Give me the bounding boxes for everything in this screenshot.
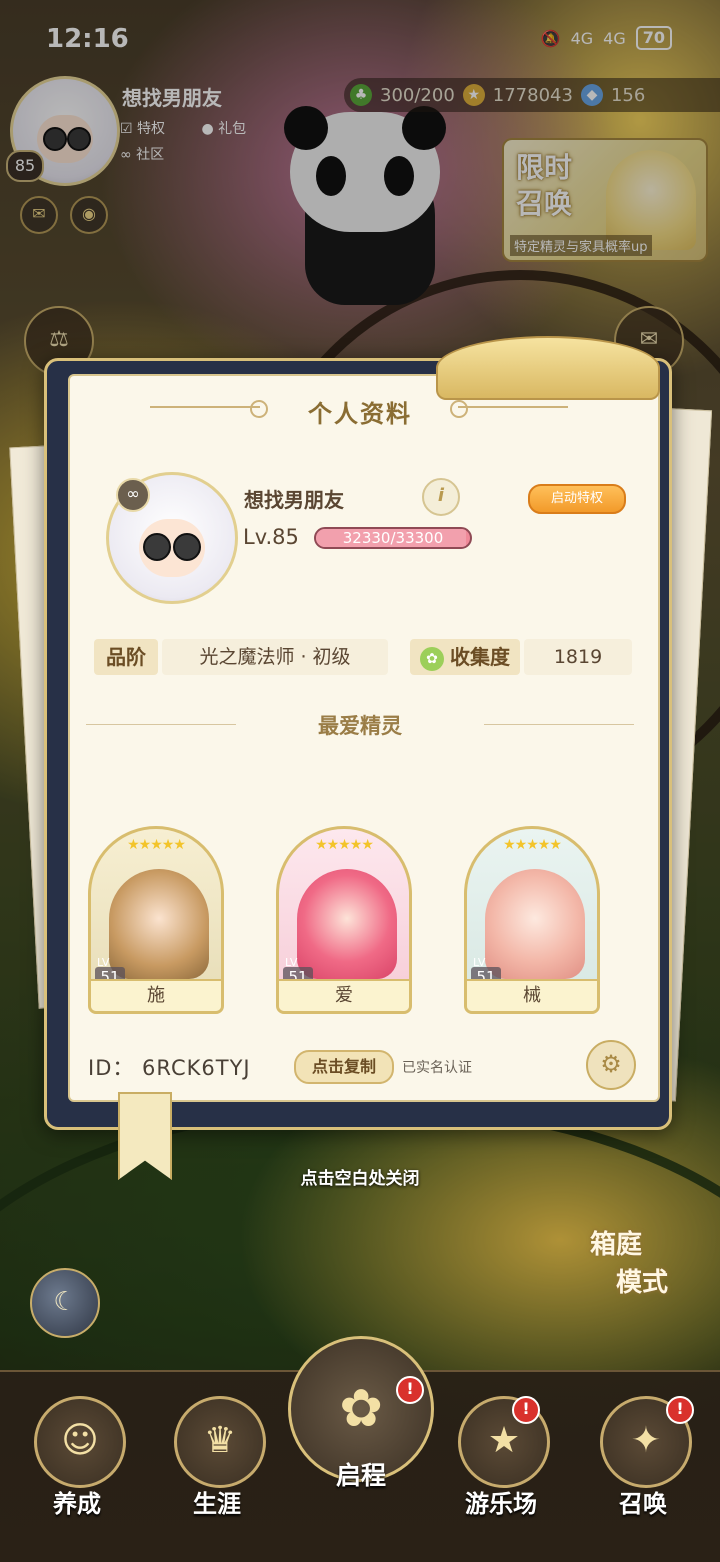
favorites-title: 最爱精灵 [318,714,402,738]
spirit-portrait [109,869,209,979]
close-hint: 点击空白处关闭 [300,1169,420,1189]
rank-value: 光之魔法师 · 初级 [162,639,388,675]
alert-icon: ! [396,1376,424,1404]
profile-level: Lv.85 [243,525,299,549]
gold-ornament [436,336,660,400]
nav-career[interactable]: ♛ 生涯 [152,1384,282,1524]
profile-panel-title: 个人资料 [308,400,412,428]
verified-status: 已实名认证 [402,1060,472,1076]
spirit-portrait [485,869,585,979]
glasses-icon [143,533,171,561]
favorite-spirit-card[interactable]: ★★★★★ LV 51 械 [464,826,600,1014]
spirit-name: 爱 [279,979,409,1011]
alert-icon: ! [666,1396,694,1424]
nav-label: 召唤 [619,1490,667,1518]
garden-mode-button[interactable]: 箱庭 模式 [566,1218,706,1328]
experience-text: 32330/33300 [342,529,444,547]
collection-label-box: ✿ 收集度 [410,639,520,675]
activate-privilege-button[interactable]: 启动特权 [528,484,626,514]
rarity-stars: ★★★★★ [127,837,186,853]
avatar-link-icon[interactable]: ∞ [116,478,150,512]
copy-id-button[interactable]: 点击复制 [294,1050,394,1084]
nav-label: 启程 [335,1461,386,1490]
nav-journey[interactable]: ✿ 启程 ! [288,1330,434,1520]
spirit-name: 械 [467,979,597,1011]
alert-icon: ! [512,1396,540,1424]
collection-label: 收集度 [450,645,510,669]
spirit-name: 施 [91,979,221,1011]
favorite-spirit-card[interactable]: ★★★★★ LV 51 爱 [276,826,412,1014]
crown-icon: ♛ [174,1396,266,1488]
rarity-stars: ★★★★★ [315,837,374,853]
nav-playground[interactable]: ★ 游乐场 ! [436,1384,566,1524]
nav-label: 游乐场 [465,1490,537,1518]
garden-mode-line2: 模式 [616,1268,669,1298]
edit-info-icon[interactable]: i [422,478,460,516]
nav-label: 养成 [53,1490,101,1518]
moon-icon[interactable]: ☾ [30,1268,100,1338]
card-frame: ★★★★★ LV 51 爱 [276,826,412,1014]
experience-bar: 32330/33300 [314,527,472,549]
collection-value: 1819 [524,639,632,675]
garden-mode-line1: 箱庭 [590,1230,643,1260]
nav-summon[interactable]: ✦ 召唤 ! [578,1384,708,1524]
nurture-icon: ☺ [34,1396,126,1488]
favorite-spirit-card[interactable]: ★★★★★ LV 51 施 [88,826,224,1014]
nav-label: 生涯 [193,1490,241,1518]
spirit-portrait [297,869,397,979]
card-frame: ★★★★★ LV 51 械 [464,826,600,1014]
player-id: ID： 6RCK6TYJ [88,1056,251,1080]
profile-name: 想找男朋友 [244,488,344,512]
card-frame: ★★★★★ LV 51 施 [88,826,224,1014]
flower-icon: ✿ [420,646,444,671]
gear-icon[interactable]: ⚙ [586,1040,636,1090]
glasses-icon [173,533,201,561]
nav-nurture[interactable]: ☺ 养成 [12,1384,142,1524]
rarity-stars: ★★★★★ [503,837,562,853]
rank-label: 品阶 [94,639,158,675]
